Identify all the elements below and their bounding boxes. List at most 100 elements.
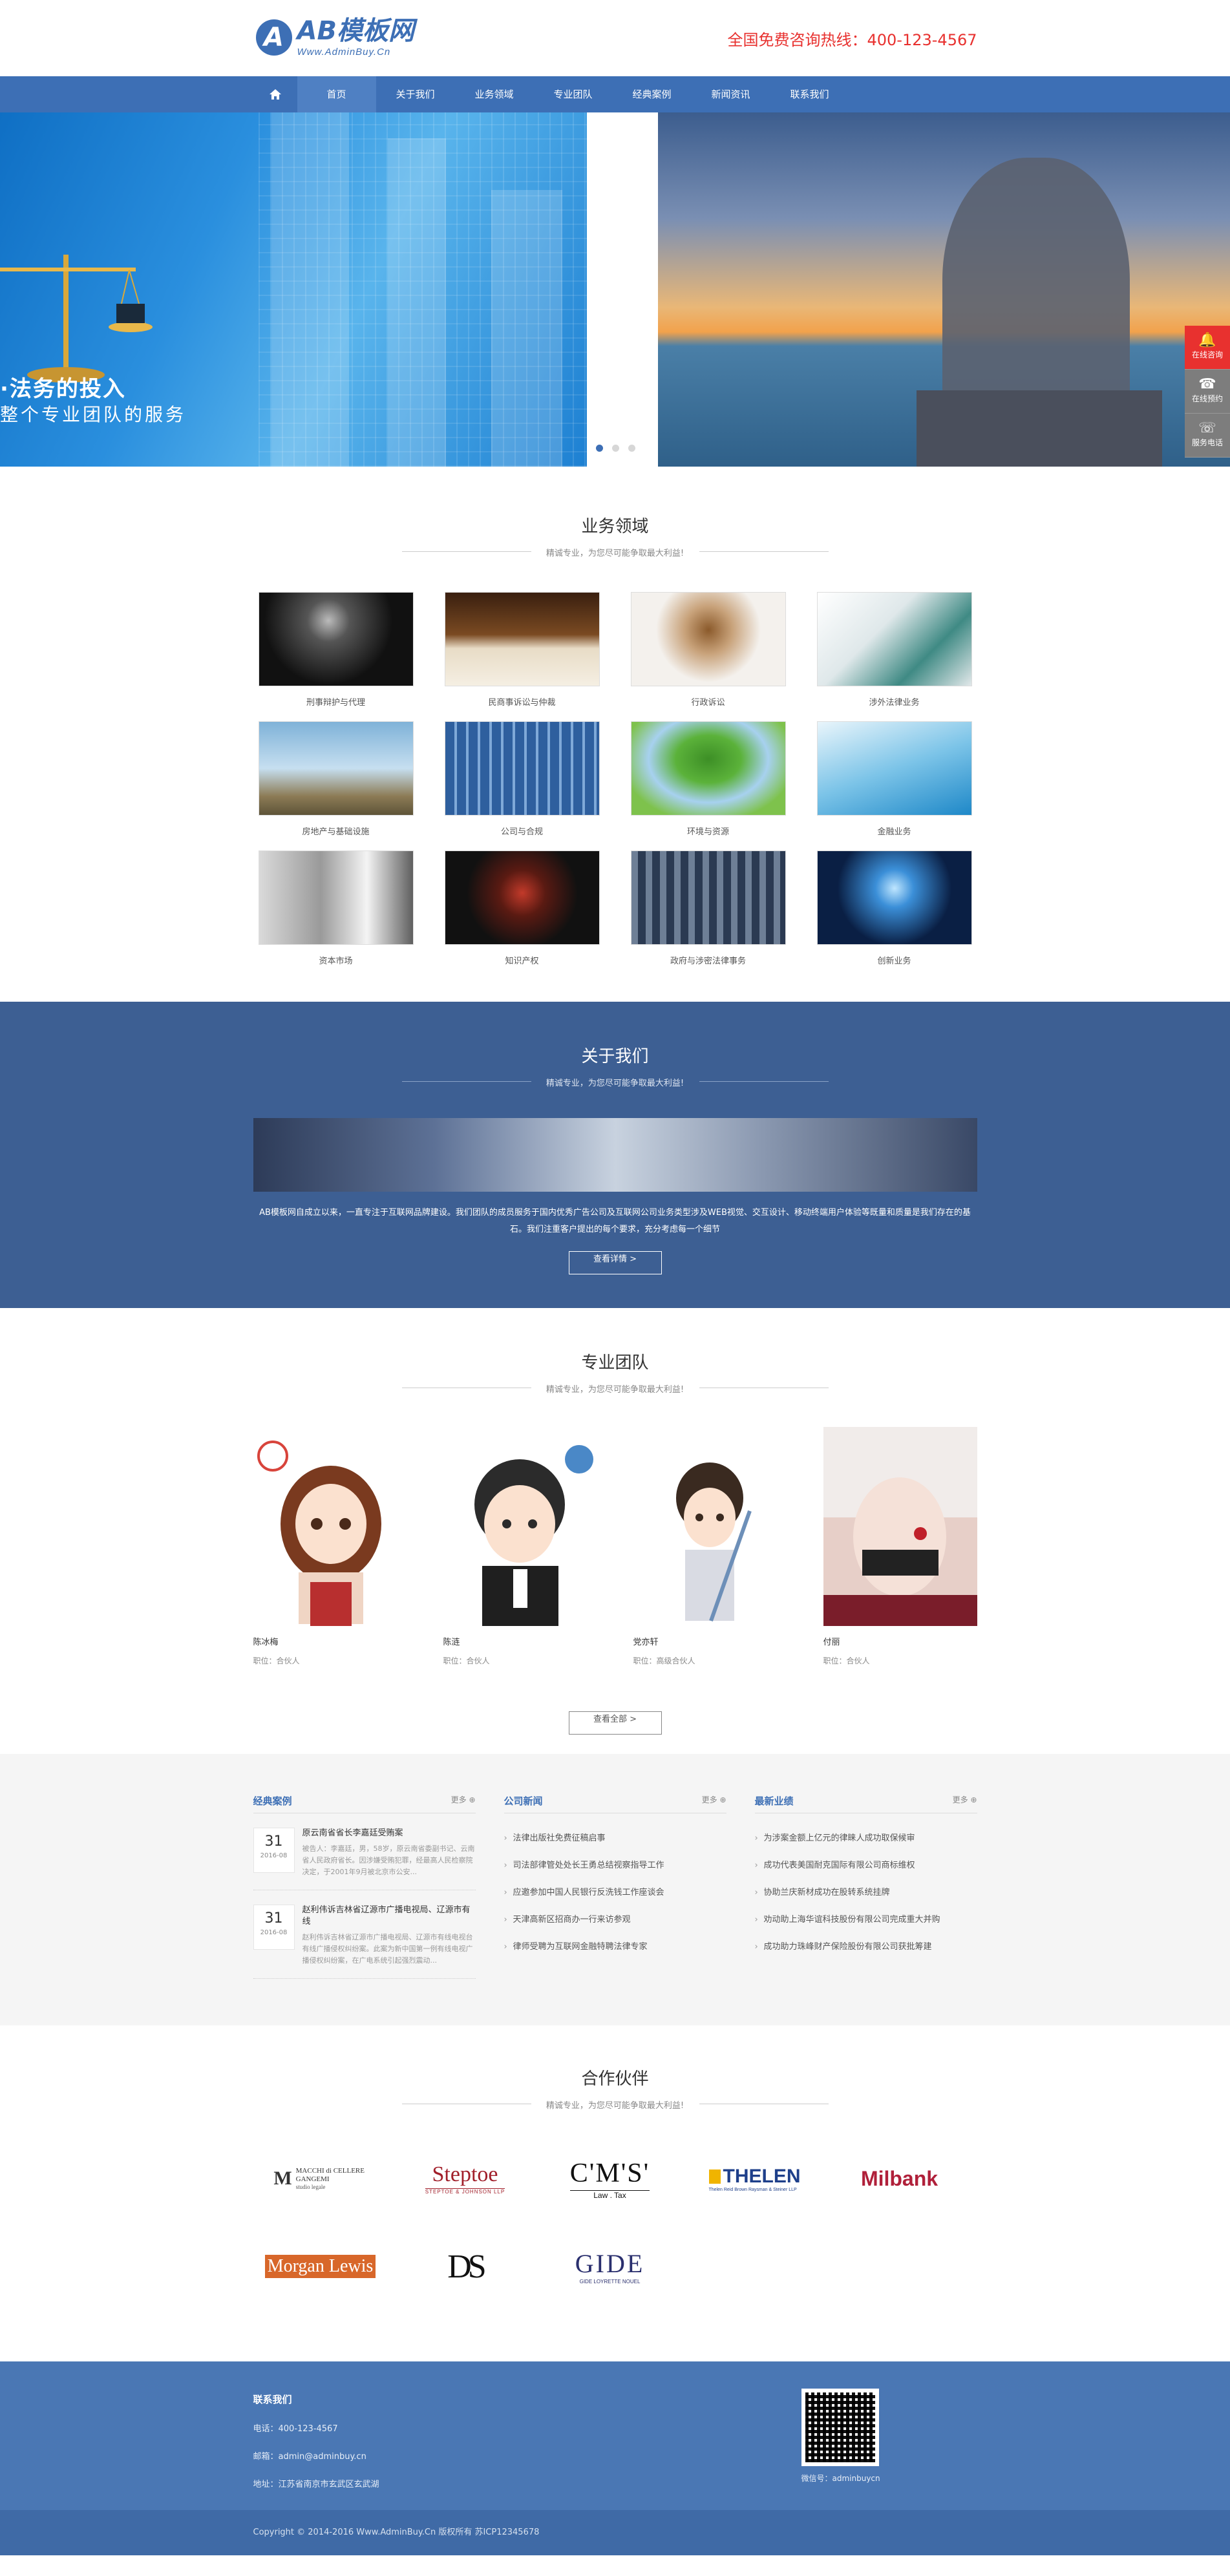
company-news-more-link[interactable]: 更多 ⊕ <box>702 1794 726 1808</box>
business-item[interactable]: 环境与资源 <box>630 721 786 850</box>
nav-item-cases[interactable]: 经典案例 <box>613 76 692 112</box>
news-list-item[interactable]: 劝动助上海华谊科技股份有限公司完成重大并购 <box>755 1906 977 1934</box>
latest-results-more-link[interactable]: 更多 ⊕ <box>953 1794 977 1808</box>
banner-dot-1[interactable] <box>596 445 603 452</box>
company-news-column: 公司新闻 更多 ⊕ 法律出版社免费征稿启事 司法部律管处处长王勇总结视察指导工作… <box>504 1794 726 1979</box>
business-item[interactable]: 房地产与基础设施 <box>258 721 414 850</box>
member-avatar <box>633 1427 787 1626</box>
partner-logo-ds[interactable]: DS <box>401 2244 530 2289</box>
business-item-label: 涉外法律业务 <box>869 698 920 708</box>
business-item[interactable]: 民商事诉讼与仲裁 <box>444 592 600 721</box>
books-image <box>444 592 600 686</box>
partner-logo-milbank[interactable]: Milbank <box>835 2156 964 2201</box>
business-item[interactable]: 知识产权 <box>444 850 600 980</box>
news-list-item[interactable]: 为涉案金额上亿元的律睐人成功取保候审 <box>755 1825 977 1852</box>
team-subtitle: 精诚专业，为您尽可能争取最大利益! <box>253 1382 977 1395</box>
partner-logo-steptoe[interactable]: Steptoe STEPTOE & JOHNSON LLP <box>401 2156 530 2201</box>
member-avatar <box>253 1427 407 1626</box>
team-member-card[interactable]: 陈涟 职位：合伙人 <box>443 1427 597 1666</box>
online-booking-button[interactable]: ☎ 在线预约 <box>1185 370 1230 414</box>
business-item[interactable]: 刑事辩护与代理 <box>258 592 414 721</box>
news-list-item[interactable]: 协助兰庆新材成功在股转系统挂牌 <box>755 1879 977 1906</box>
business-item-label: 政府与涉密法律事务 <box>670 956 746 966</box>
company-news-heading[interactable]: 公司新闻 <box>504 1794 543 1808</box>
partner-logo-morgan-lewis[interactable]: Morgan Lewis <box>256 2244 385 2289</box>
hero-banner: ·法务的投入 整个专业团队的服务 🔔 在线咨询 ☎ 在线预约 ☏ 服务电话 <box>0 112 1230 467</box>
case-day: 31 <box>264 1833 283 1850</box>
case-item[interactable]: 31 2016-08 原云南省省长李嘉廷受贿案 被告人：李嘉廷，男，58岁，原云… <box>253 1828 476 1890</box>
nav-home-icon-button[interactable] <box>253 76 297 112</box>
business-item-label: 房地产与基础设施 <box>302 827 370 837</box>
business-item-label: 资本市场 <box>319 956 353 966</box>
team-member-card[interactable]: 付丽 职位：合伙人 <box>823 1427 977 1666</box>
news-list-item[interactable]: 成功代表美国耐克国际有限公司商标维权 <box>755 1852 977 1879</box>
business-item[interactable]: 涉外法律业务 <box>816 592 972 721</box>
partner-sub: studio legale <box>295 2184 326 2190</box>
banner-slide-lion[interactable] <box>658 112 1230 467</box>
team-section: 专业团队 精诚专业，为您尽可能争取最大利益! 陈冰梅 职位：合伙人 陈涟 职位：… <box>0 1308 1230 1754</box>
news-list-item[interactable]: 天津高新区招商办一行来访参观 <box>504 1906 726 1934</box>
site-logo[interactable]: A AB模板网 Www.AdminBuy.Cn <box>255 17 414 58</box>
business-item[interactable]: 行政诉讼 <box>630 592 786 721</box>
partner-logo-thelen[interactable]: THELEN Thelen Reid Brown Raysman & Steine… <box>690 2156 820 2201</box>
news-list-item[interactable]: 应邀参加中国人民银行反洗钱工作座谈会 <box>504 1879 726 1906</box>
banner-slide-justice[interactable]: ·法务的投入 整个专业团队的服务 <box>0 112 587 467</box>
case-title[interactable]: 赵利伟诉吉林省辽源市广播电视局、辽源市有线 <box>302 1905 476 1928</box>
partner-name: GIDE <box>575 2249 645 2278</box>
team-member-card[interactable]: 党亦轩 职位：高级合伙人 <box>633 1427 787 1666</box>
case-item[interactable]: 31 2016-08 赵利伟诉吉林省辽源市广播电视局、辽源市有线 赵利伟诉吉林省… <box>253 1905 476 1979</box>
main-nav: 首页 关于我们 业务领域 专业团队 经典案例 新闻资讯 联系我们 <box>0 76 1230 112</box>
about-section: 关于我们 精诚专业，为您尽可能争取最大利益! AB模板网自成立以来，一直专注于互… <box>0 1002 1230 1308</box>
cases-more-link[interactable]: 更多 ⊕ <box>451 1794 476 1808</box>
nav-item-about[interactable]: 关于我们 <box>376 76 455 112</box>
nav-item-news[interactable]: 新闻资讯 <box>692 76 770 112</box>
business-item[interactable]: 政府与涉密法律事务 <box>630 850 786 980</box>
case-title[interactable]: 原云南省省长李嘉廷受贿案 <box>302 1828 476 1839</box>
banner-pagination <box>596 445 635 452</box>
team-member-card[interactable]: 陈冰梅 职位：合伙人 <box>253 1427 407 1666</box>
copyright-bar: Copyright © 2014-2016 Www.AdminBuy.Cn 版权… <box>0 2510 1230 2555</box>
member-avatar <box>823 1427 977 1626</box>
online-consult-label: 在线咨询 <box>1191 350 1223 359</box>
cases-column: 经典案例 更多 ⊕ 31 2016-08 原云南省省长李嘉廷受贿案 被告人：李嘉… <box>253 1794 476 1979</box>
news-section: 经典案例 更多 ⊕ 31 2016-08 原云南省省长李嘉廷受贿案 被告人：李嘉… <box>0 1754 1230 2025</box>
banner-dot-2[interactable] <box>612 445 619 452</box>
latest-results-heading[interactable]: 最新业绩 <box>755 1794 794 1808</box>
business-item[interactable]: 金融业务 <box>816 721 972 850</box>
partner-logo-macchi[interactable]: M MACCHI di CELLERE GANGEMI studio legale <box>256 2156 385 2201</box>
service-phone-label: 服务电话 <box>1191 438 1223 447</box>
about-more-button[interactable]: 查看详情 > <box>568 1251 662 1274</box>
documents-image <box>816 592 972 686</box>
team-view-all-button[interactable]: 查看全部 > <box>568 1711 662 1735</box>
partner-logo-gide[interactable]: GIDE GIDE LOYRETTE NOUEL <box>546 2244 675 2289</box>
news-list-item[interactable]: 律师受聘为互联网金融特聘法律专家 <box>504 1934 726 1961</box>
partner-sub: STEPTOE & JOHNSON LLP <box>425 2188 505 2195</box>
partner-name: C'M'S' <box>569 2158 650 2188</box>
business-item[interactable]: 资本市场 <box>258 850 414 980</box>
business-item[interactable]: 创新业务 <box>816 850 972 980</box>
gavel-image <box>258 592 414 686</box>
partner-logo-cms[interactable]: C'M'S' Law . Tax <box>546 2156 675 2201</box>
columns-building-image <box>630 850 786 945</box>
crane-image <box>258 721 414 816</box>
nav-item-business[interactable]: 业务领域 <box>455 76 534 112</box>
cases-heading[interactable]: 经典案例 <box>253 1794 292 1808</box>
banner-dot-3[interactable] <box>628 445 635 452</box>
business-item[interactable]: 公司与合规 <box>444 721 600 850</box>
nav-item-home[interactable]: 首页 <box>297 76 376 112</box>
news-list-item[interactable]: 法律出版社免费征稿启事 <box>504 1825 726 1852</box>
partners-section: 合作伙伴 精诚专业，为您尽可能争取最大利益! M MACCHI di CELLE… <box>0 2025 1230 2361</box>
business-title: 业务领域 <box>581 517 649 536</box>
nav-item-contact[interactable]: 联系我们 <box>770 76 849 112</box>
business-section: 业务领域 精诚专业，为您尽可能争取最大利益! 刑事辩护与代理 民商事诉讼与仲裁 … <box>0 467 1230 1002</box>
nav-item-team[interactable]: 专业团队 <box>534 76 613 112</box>
partner-name: Steptoe <box>432 2162 498 2186</box>
online-consult-button[interactable]: 🔔 在线咨询 <box>1185 326 1230 370</box>
side-float-bar: 🔔 在线咨询 ☎ 在线预约 ☏ 服务电话 <box>1185 326 1230 458</box>
case-day: 31 <box>264 1910 283 1927</box>
service-phone-button[interactable]: ☏ 服务电话 <box>1185 414 1230 458</box>
news-list-item[interactable]: 司法部律管处处长王勇总结视察指导工作 <box>504 1852 726 1879</box>
team-title: 专业团队 <box>581 1353 649 1373</box>
news-list-item[interactable]: 成功助力珠峰财产保险股份有限公司获批筹建 <box>755 1934 977 1961</box>
business-item-label: 民商事诉讼与仲裁 <box>488 698 556 708</box>
